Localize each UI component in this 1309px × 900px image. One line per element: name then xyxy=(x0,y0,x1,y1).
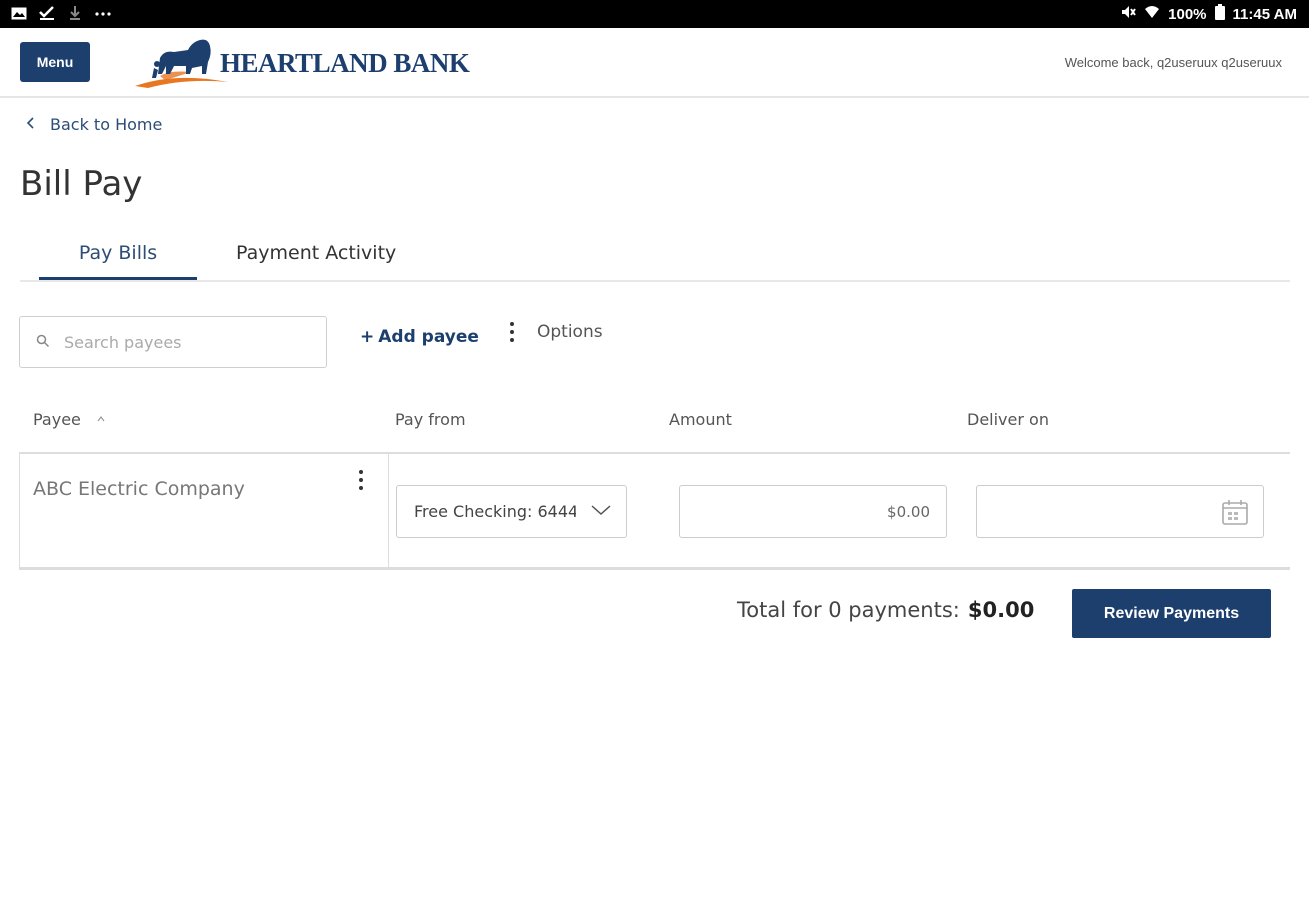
deliver-on-date-field[interactable] xyxy=(976,485,1264,538)
pay-from-value: Free Checking: 6444 xyxy=(414,502,576,521)
battery-icon xyxy=(1214,4,1225,24)
add-payee-button[interactable]: + Add payee xyxy=(360,327,479,347)
bank-name: HEARTLAND BANK xyxy=(220,48,470,78)
sort-ascending-icon xyxy=(97,414,105,425)
column-header-payee[interactable]: Payee xyxy=(33,410,105,429)
back-to-home-link[interactable]: Back to Home xyxy=(26,115,162,134)
menu-button[interactable]: Menu xyxy=(20,42,90,82)
battery-percent: 100% xyxy=(1168,5,1207,23)
total-label: Total for 0 payments: xyxy=(737,598,960,622)
amount-input[interactable]: $0.00 xyxy=(679,485,947,538)
check-icon xyxy=(38,5,56,21)
options-menu[interactable]: Options xyxy=(503,322,603,342)
gallery-icon xyxy=(10,5,28,21)
column-header-amount: Amount xyxy=(669,410,732,429)
payee-cell: ABC Electric Company xyxy=(20,454,389,567)
search-icon xyxy=(36,333,50,352)
pay-from-select[interactable]: Free Checking: 6444 xyxy=(396,485,627,538)
payment-total: Total for 0 payments: $0.00 xyxy=(737,598,1034,622)
column-header-deliver-on: Deliver on xyxy=(967,410,1049,429)
status-bar: 100% 11:45 AM xyxy=(0,0,1309,28)
plus-icon: + xyxy=(360,327,375,347)
app-header: Menu HEARTLAND BANK Welcome back, q2user… xyxy=(0,28,1309,98)
payee-name[interactable]: ABC Electric Company xyxy=(33,478,245,500)
table-row: ABC Electric Company Free Checking: 6444… xyxy=(19,452,1290,570)
wifi-icon xyxy=(1144,4,1160,24)
payee-kebab-icon[interactable] xyxy=(352,470,370,490)
column-header-pay-from: Pay from xyxy=(395,410,466,429)
bank-logo[interactable]: HEARTLAND BANK xyxy=(130,36,470,90)
page-title: Bill Pay xyxy=(20,164,143,204)
calendar-icon[interactable] xyxy=(1221,498,1249,530)
status-right: 100% 11:45 AM xyxy=(1120,4,1297,24)
download-icon xyxy=(66,5,84,21)
chevron-down-icon xyxy=(590,502,612,521)
column-header-label: Payee xyxy=(33,410,81,429)
search-box[interactable] xyxy=(19,316,327,368)
lion-icon xyxy=(135,39,228,88)
welcome-text: Welcome back, q2useruux q2useruux xyxy=(1064,55,1282,70)
review-payments-button[interactable]: Review Payments xyxy=(1072,589,1271,638)
options-label: Options xyxy=(537,322,603,342)
search-input[interactable] xyxy=(64,332,304,352)
add-payee-label: Add payee xyxy=(378,327,479,347)
tab-bar: Pay Bills Payment Activity xyxy=(20,232,1290,282)
mute-icon xyxy=(1120,4,1136,24)
tab-pay-bills[interactable]: Pay Bills xyxy=(39,242,197,280)
kebab-icon xyxy=(503,322,521,342)
total-amount: $0.00 xyxy=(967,598,1035,622)
chevron-left-icon xyxy=(26,116,36,134)
more-dots-icon xyxy=(94,5,112,21)
back-label: Back to Home xyxy=(50,115,163,134)
clock: 11:45 AM xyxy=(1232,5,1297,23)
tab-payment-activity[interactable]: Payment Activity xyxy=(236,242,396,264)
status-left-icons xyxy=(10,5,112,21)
